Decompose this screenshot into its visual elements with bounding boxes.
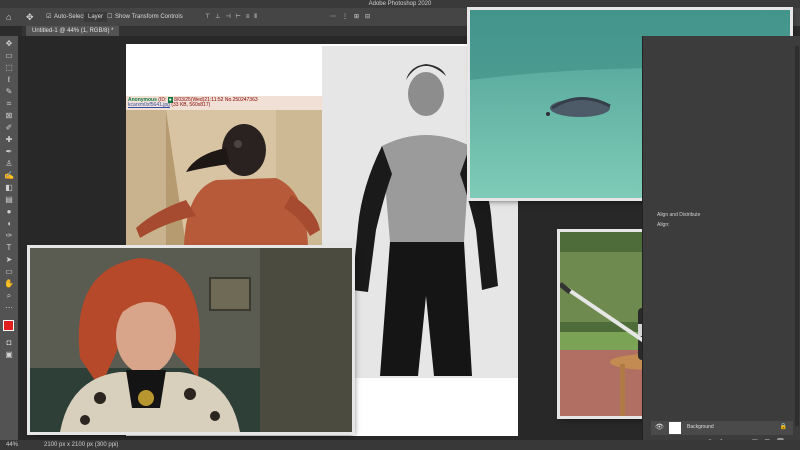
home-icon[interactable]: ⌂ — [6, 8, 11, 26]
move-icon[interactable]: ✥ — [26, 8, 34, 26]
red-hair-woman-image — [30, 248, 352, 432]
blur-icon[interactable]: ● — [4, 207, 14, 217]
menu-bar: Adobe Photoshop 2020 — [0, 0, 800, 8]
healing-icon[interactable]: ✚ — [4, 135, 14, 145]
artboard-icon[interactable]: ▭ — [4, 51, 14, 61]
hand-icon[interactable]: ✋ — [4, 279, 14, 289]
tab-document[interactable]: Untitled-1 @ 44% (1, RGB/8) * — [26, 26, 120, 36]
path-select-icon[interactable]: ➤ — [4, 255, 14, 265]
lock-icon: 🔒 — [779, 424, 787, 430]
gradient-icon[interactable]: ▤ — [4, 195, 14, 205]
frame-icon[interactable]: ⊠ — [4, 111, 14, 121]
eraser-icon[interactable]: ◧ — [4, 183, 14, 193]
more-tools-icon[interactable]: ⋯ — [4, 303, 14, 313]
eye-icon[interactable]: 👁 — [655, 423, 664, 431]
brush-icon[interactable]: ✒ — [4, 147, 14, 157]
distribute-icons[interactable]: ⋯⋮⊞⊟ — [330, 8, 376, 26]
photo-red-hair-woman[interactable] — [30, 248, 352, 432]
align-label: Align: — [657, 222, 670, 228]
history-brush-icon[interactable]: ✍ — [4, 171, 14, 181]
post-file-size: (33 KB, 560x817) — [171, 102, 211, 108]
color-swatches[interactable] — [3, 320, 18, 336]
layer-row-background[interactable]: 👁 Background 🔒 — [651, 421, 793, 435]
panel-scrollbar[interactable] — [795, 46, 799, 426]
foreground-color[interactable] — [3, 320, 14, 331]
crop-icon[interactable]: ⌗ — [4, 99, 14, 109]
eyedropper-icon[interactable]: ✐ — [4, 123, 14, 133]
plague-mask-image — [126, 110, 322, 246]
align-icons[interactable]: ⊤⊥⊣⊢≡⫴ — [205, 8, 262, 26]
layer-name: Background — [687, 424, 714, 430]
tools-panel: ✥ ▭ ⬚ ℓ ✎ ⌗ ⊠ ✐ ✚ ✒ ♙ ✍ ◧ ▤ ● ◖ ✑ T ➤ ▭ … — [0, 36, 19, 440]
status-bar: 44% 2100 px x 2100 px (300 ppi) — [0, 440, 800, 450]
move-icon[interactable]: ✥ — [4, 39, 14, 49]
document-size: 2100 px x 2100 px (300 ppi) — [44, 442, 119, 448]
post-file-link[interactable]: kcarxm0xf5641.jpg — [128, 102, 170, 108]
lasso-icon[interactable]: ℓ — [4, 75, 14, 85]
auto-select-checkbox[interactable]: ☑ — [46, 8, 51, 26]
app-title: Adobe Photoshop 2020 — [368, 1, 432, 7]
zoom-icon[interactable]: ⌕ — [4, 291, 14, 301]
align-panel-header: Align and Distribute — [657, 212, 701, 218]
layer-thumbnail — [669, 422, 681, 434]
photo-plague-mask[interactable]: Anonymous (ID: ● 8/03/25(Wed)21:11:52 No… — [126, 96, 322, 246]
screen-mode-icon[interactable]: ▣ — [4, 350, 14, 360]
post-header: Anonymous (ID: ● 8/03/25(Wed)21:11:52 No… — [126, 96, 322, 110]
dodge-icon[interactable]: ◖ — [4, 219, 14, 229]
layer-select[interactable]: Layer — [84, 12, 108, 22]
right-panel: Align and Distribute Align: 👁 Background… — [642, 36, 800, 446]
type-icon[interactable]: T — [4, 243, 14, 253]
stamp-icon[interactable]: ♙ — [4, 159, 14, 169]
auto-select-label: Auto-Select: — [54, 14, 87, 20]
quick-select-icon[interactable]: ✎ — [4, 87, 14, 97]
zoom-level[interactable]: 44% — [6, 440, 18, 450]
pen-icon[interactable]: ✑ — [4, 231, 14, 241]
quick-mask-icon[interactable]: ◘ — [4, 338, 14, 348]
rectangle-icon[interactable]: ▭ — [4, 267, 14, 277]
marquee-icon[interactable]: ⬚ — [4, 63, 14, 73]
show-transform-checkbox[interactable]: ☐ — [107, 8, 112, 26]
show-transform-label: Show Transform Controls — [115, 14, 183, 20]
